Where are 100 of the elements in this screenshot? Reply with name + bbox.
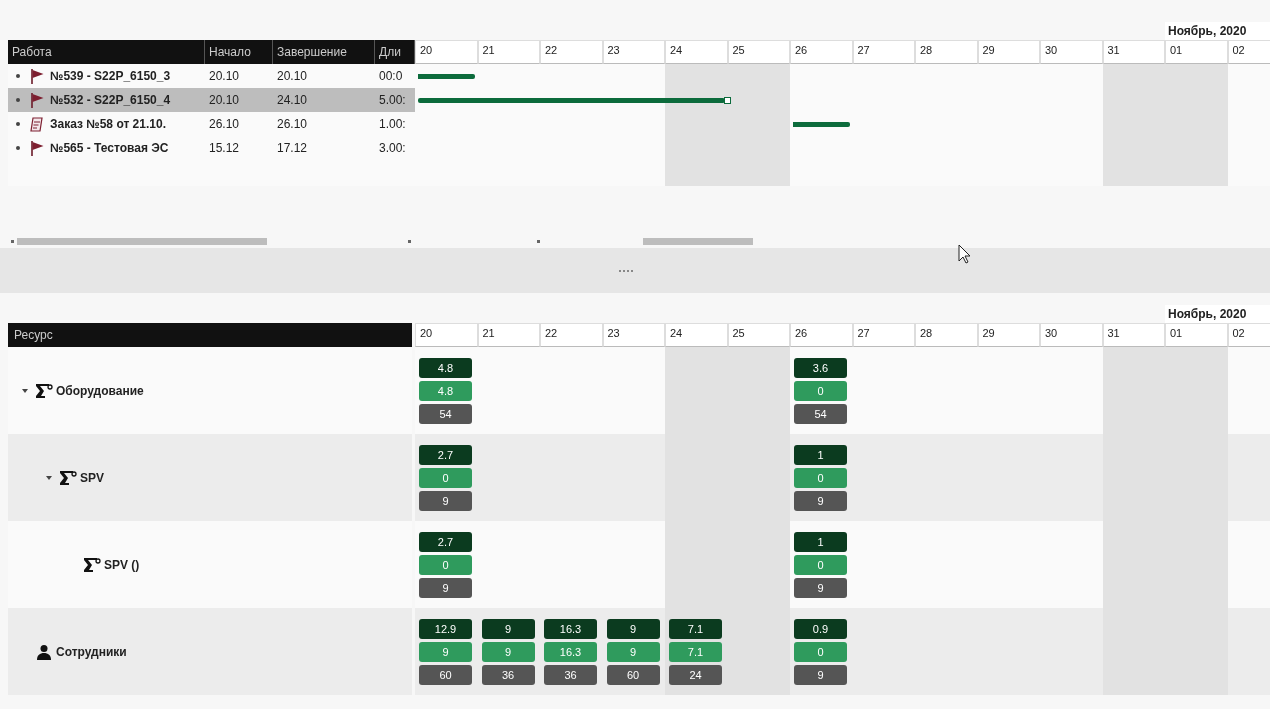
gantt-bar-segment[interactable]: [665, 97, 725, 103]
flag-icon: [29, 68, 45, 84]
resource-name[interactable]: SPV (): [104, 557, 140, 572]
bullet-icon: [16, 98, 20, 102]
month-label: Ноябрь, 2020: [1165, 305, 1270, 323]
load-badge: 60: [606, 664, 660, 685]
day-header: 30: [1040, 40, 1103, 64]
day-header: 27: [852, 323, 915, 347]
day-header: 25: [727, 323, 790, 347]
month-label: Ноябрь, 2020: [1165, 22, 1270, 40]
day-header: 22: [540, 40, 603, 64]
load-badge: 54: [419, 403, 472, 424]
load-badge: 54: [794, 403, 847, 424]
load-badge: 0: [794, 554, 847, 575]
load-badge: 0: [794, 467, 847, 488]
load-badge: 9: [606, 618, 660, 639]
load-badge: 60: [419, 664, 472, 685]
column-header[interactable]: Ресурс: [8, 323, 412, 347]
load-badge: 9: [419, 641, 472, 662]
gantt-bar-segment[interactable]: [418, 73, 475, 79]
day-header: 26: [790, 323, 853, 347]
person-icon: [35, 643, 53, 660]
load-badge: 36: [544, 664, 597, 685]
day-header: 01: [1165, 40, 1228, 64]
duration: 5.00:: [378, 93, 407, 107]
day-header: 27: [852, 40, 915, 64]
day-header: 30: [1040, 323, 1103, 347]
load-badge: 9: [794, 490, 847, 511]
day-header: 25: [727, 40, 790, 64]
bullet-icon: [16, 146, 20, 150]
start-date: 20.10: [208, 93, 241, 107]
day-header: 31: [1102, 323, 1165, 347]
day-header: 01: [1165, 323, 1228, 347]
load-badge: 0: [794, 380, 847, 401]
gantt-bar-segment[interactable]: [418, 97, 478, 103]
expander-icon[interactable]: [22, 388, 28, 393]
day-header: 24: [665, 40, 728, 64]
load-badge: 2.7: [419, 531, 472, 552]
duration: 3.00:: [378, 141, 407, 155]
day-header: 23: [602, 323, 665, 347]
load-badge: 9: [794, 577, 847, 598]
load-badge: 4.8: [419, 357, 472, 378]
day-header: 24: [665, 323, 728, 347]
load-badge: 7.1: [669, 641, 722, 662]
day-header: 28: [915, 323, 978, 347]
task-name: Заказ №58 от 21.10.: [50, 117, 166, 131]
scrollbar-thumb[interactable]: [17, 237, 267, 245]
task-row[interactable]: №532 - S22P_6150_4 20.10 24.10 5.00:: [8, 88, 415, 112]
machine-icon: [83, 556, 101, 573]
grip-icon[interactable]: [619, 269, 633, 272]
day-header: 21: [477, 40, 540, 64]
day-header: 29: [977, 40, 1040, 64]
end-date: 17.12: [276, 141, 309, 155]
load-badge: 9: [481, 618, 535, 639]
end-date: 26.10: [276, 117, 309, 131]
start-date: 20.10: [208, 69, 241, 83]
load-badge: 1: [794, 531, 847, 552]
load-badge: 12.9: [419, 618, 472, 639]
day-header: 02: [1227, 40, 1270, 64]
task-name: №565 - Тестовая ЭС: [50, 141, 169, 155]
machine-icon: [35, 382, 53, 399]
end-date: 24.10: [276, 93, 309, 107]
gantt-bar-segment[interactable]: [793, 121, 850, 127]
load-badge: 16.3: [544, 641, 597, 662]
load-badge: 0: [419, 554, 472, 575]
pointer-icon: [958, 244, 972, 264]
end-date: 20.10: [276, 69, 309, 83]
load-badge: 16.3: [544, 618, 597, 639]
load-badge: 2.7: [419, 444, 472, 465]
load-badge: 36: [481, 664, 535, 685]
load-badge: 4.8: [419, 380, 472, 401]
flag-icon: [29, 140, 45, 156]
load-badge: 24: [669, 664, 722, 685]
load-badge: 9: [606, 641, 660, 662]
day-header: 23: [602, 40, 665, 64]
scrollbar-thumb[interactable]: [643, 237, 753, 245]
bullet-icon: [16, 74, 20, 78]
day-header: 02: [1227, 323, 1270, 347]
load-badge: 7.1: [669, 618, 722, 639]
load-badge: 0: [419, 467, 472, 488]
duration: 1.00:: [378, 117, 407, 131]
load-badge: 1: [794, 444, 847, 465]
load-badge: 3.6: [794, 357, 847, 378]
start-date: 26.10: [208, 117, 241, 131]
resource-name[interactable]: Сотрудники: [56, 644, 127, 659]
day-header: 21: [477, 323, 540, 347]
start-date: 15.12: [208, 141, 241, 155]
day-header: 31: [1102, 40, 1165, 64]
resource-name[interactable]: Оборудование: [56, 383, 144, 398]
expander-icon[interactable]: [46, 475, 52, 480]
day-header: 29: [977, 323, 1040, 347]
load-badge: 0.9: [794, 618, 847, 639]
day-header: 20: [415, 40, 478, 64]
end-marker-icon[interactable]: [723, 96, 731, 104]
document-icon: [29, 116, 45, 132]
load-badge: 0: [794, 641, 847, 662]
day-header: 28: [915, 40, 978, 64]
resource-name[interactable]: SPV: [80, 470, 104, 485]
flag-icon: [29, 92, 45, 108]
machine-icon: [59, 469, 77, 486]
